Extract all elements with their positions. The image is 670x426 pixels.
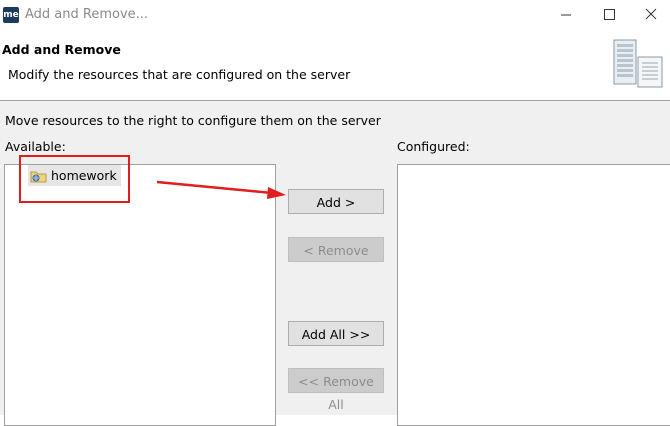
maximize-icon [604, 9, 615, 20]
maximize-button[interactable] [598, 4, 620, 26]
close-button[interactable] [640, 4, 662, 26]
minimize-icon [561, 14, 571, 16]
minimize-button[interactable] [555, 4, 577, 26]
annotation-highlight-box [19, 155, 130, 203]
title-bar: me Add and Remove... [0, 0, 670, 31]
instruction-text: Move resources to the right to configure… [5, 113, 381, 128]
window-title: Add and Remove... [25, 7, 149, 22]
configured-list[interactable] [397, 164, 670, 426]
remove-all-button[interactable]: << Remove All [288, 368, 384, 412]
header-title: Add and Remove [2, 42, 121, 57]
header-description: Modify the resources that are configured… [8, 67, 351, 82]
dialog-header: Add and Remove Modify the resources that… [0, 31, 670, 101]
server-icon [608, 37, 666, 94]
remove-button[interactable]: < Remove [288, 237, 384, 262]
app-icon: me [3, 7, 19, 23]
configured-label: Configured: [397, 139, 470, 154]
available-label: Available: [5, 139, 66, 154]
close-icon [645, 8, 657, 20]
add-button[interactable]: Add > [288, 189, 384, 214]
add-all-button[interactable]: Add All >> [288, 321, 384, 346]
available-list[interactable] [4, 164, 276, 426]
